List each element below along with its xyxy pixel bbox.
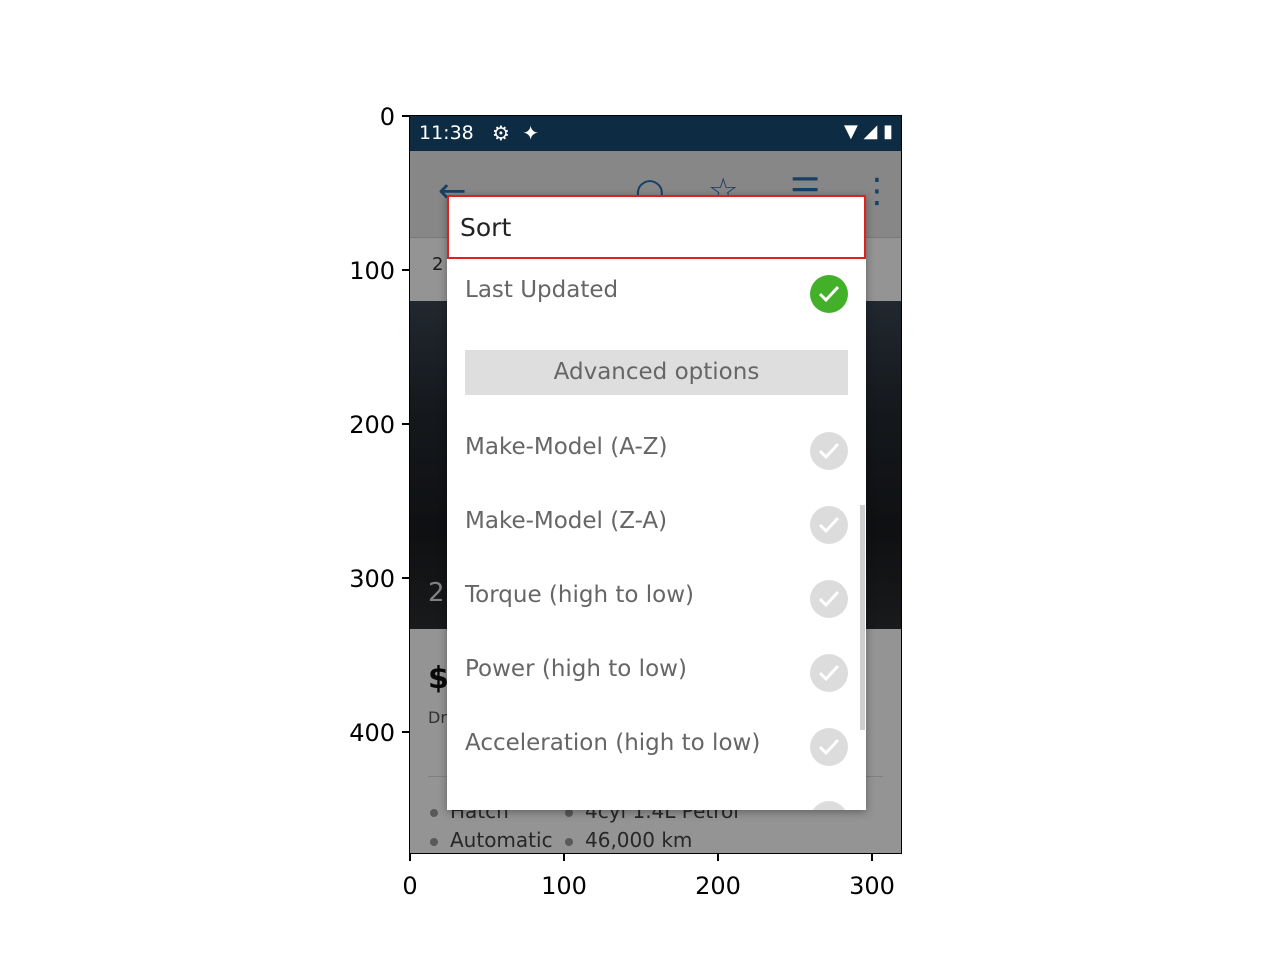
x-tick-label: 300 — [849, 872, 895, 900]
wifi-icon: ▼ — [843, 121, 858, 142]
checkmark-icon[interactable] — [810, 580, 848, 618]
y-tick — [402, 423, 409, 425]
sort-option-torque[interactable]: Torque (high to low) — [465, 582, 694, 608]
x-tick-label: 200 — [695, 872, 741, 900]
dialog-scrollbar[interactable] — [860, 505, 865, 730]
y-tick — [402, 731, 409, 733]
y-tick-label: 400 — [349, 719, 395, 747]
checkmark-icon[interactable] — [810, 432, 848, 470]
checkmark-icon[interactable] — [810, 801, 848, 810]
advanced-options-header: Advanced options — [465, 350, 848, 395]
x-tick-label: 0 — [402, 872, 418, 900]
sort-option-acceleration[interactable]: Acceleration (high to low) — [465, 730, 760, 756]
dialog-title-bar: Sort — [447, 195, 866, 259]
checkmark-icon[interactable] — [810, 728, 848, 766]
gear-icon: ⚙ — [492, 121, 510, 145]
checkmark-icon[interactable] — [810, 275, 848, 313]
sort-option-make-model-az[interactable]: Make-Model (A-Z) — [465, 434, 668, 460]
y-tick-label: 200 — [349, 411, 395, 439]
dialog-title: Sort — [460, 213, 512, 242]
y-tick — [402, 115, 409, 117]
y-tick-label: 300 — [349, 565, 395, 593]
status-bar: 11:38 ⚙ ✦ ▼ ◢ ▮ — [410, 116, 901, 151]
y-tick-label: 0 — [379, 103, 395, 131]
butterfly-icon: ✦ — [522, 121, 540, 145]
x-tick-label: 100 — [541, 872, 587, 900]
checkmark-icon[interactable] — [810, 506, 848, 544]
y-tick — [402, 269, 409, 271]
sort-option-last-updated[interactable]: Last Updated — [465, 277, 618, 303]
y-tick — [402, 577, 409, 579]
x-tick — [717, 854, 719, 861]
sort-dialog: Sort Last Updated Advanced options Make-… — [447, 195, 866, 810]
advanced-options-label: Advanced options — [553, 359, 760, 385]
y-tick-label: 100 — [349, 257, 395, 285]
checkmark-icon[interactable] — [810, 654, 848, 692]
battery-icon: ▮ — [883, 121, 893, 142]
status-time: 11:38 — [419, 122, 474, 144]
x-tick — [563, 854, 565, 861]
x-tick — [871, 854, 873, 861]
signal-icon: ◢ — [863, 121, 878, 142]
x-tick — [409, 854, 411, 861]
sort-option-make-model-za[interactable]: Make-Model (Z-A) — [465, 508, 667, 534]
sort-option-power[interactable]: Power (high to low) — [465, 656, 687, 682]
